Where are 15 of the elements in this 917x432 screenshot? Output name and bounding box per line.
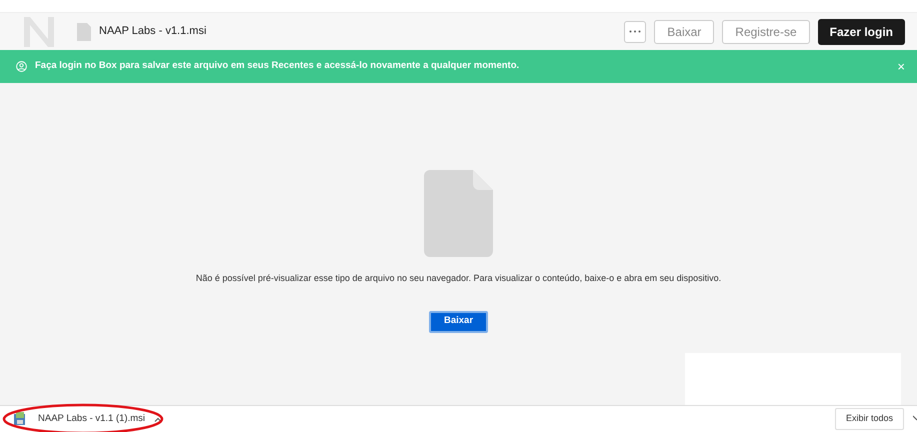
file-icon: [77, 22, 91, 40]
caret-up-icon[interactable]: [154, 416, 162, 422]
header-button[interactable]: Baixar: [654, 20, 714, 44]
user-icon: [16, 61, 27, 72]
installer-icon: [12, 411, 28, 427]
show-all-button[interactable]: Exibir todos: [834, 408, 904, 430]
more-icon: [629, 30, 642, 33]
download-button[interactable]: Baixar: [428, 310, 488, 332]
banner-text: Faça login no Box para salvar este arquivo em seus Recentes e acessá-lo novamente a qualquer momento.: [35, 59, 520, 74]
file-name: NAAP Labs - v1.1.msi: [99, 24, 206, 40]
preview-message: Não é possível pré-visualizar esse tipo de arquivo no seu navegador. Para visualizar o conteúdo, baixe-o e abra em seu dispositivo.: [196, 272, 722, 285]
file-icon: [424, 170, 493, 257]
header-button[interactable]: Registre-se: [722, 20, 810, 44]
download-file-name: NAAP Labs - v1.1 (1).msi: [38, 412, 146, 426]
login-button[interactable]: Fazer login: [818, 18, 905, 44]
